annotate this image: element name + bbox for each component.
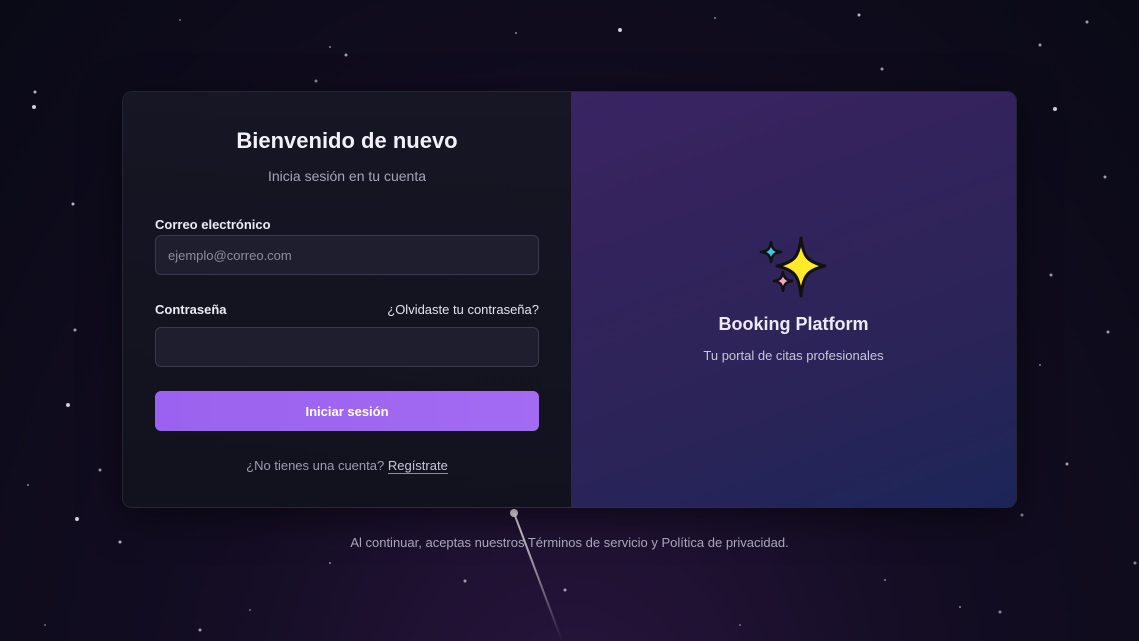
login-button[interactable]: Iniciar sesión xyxy=(155,391,539,431)
password-input[interactable] xyxy=(155,327,539,367)
brand-name: Booking Platform xyxy=(718,314,869,334)
forgot-password-link[interactable]: ¿Olvidaste tu contraseña? xyxy=(387,302,539,317)
brand-panel: Booking Platform Tu portal de citas prof… xyxy=(571,92,1016,507)
page-subtitle: Inicia sesión en tu cuenta xyxy=(268,168,426,184)
signup-prompt-text: ¿No tienes una cuenta? xyxy=(246,458,385,473)
signup-link[interactable]: Regístrate xyxy=(387,458,448,474)
email-label: Correo electrónico xyxy=(155,217,271,232)
sparkles-icon xyxy=(759,236,827,298)
password-label: Contraseña xyxy=(155,302,227,317)
page-title: Bienvenido de nuevo xyxy=(236,128,458,153)
login-card: Bienvenido de nuevo Inicia sesión en tu … xyxy=(122,91,1017,508)
brand-tagline: Tu portal de citas profesionales xyxy=(703,348,884,363)
terms-notice: Al continuar, aceptas nuestros Términos … xyxy=(350,535,789,550)
login-panel: Bienvenido de nuevo Inicia sesión en tu … xyxy=(123,92,571,507)
email-input[interactable] xyxy=(155,235,539,275)
signup-prompt: ¿No tienes una cuenta? Regístrate xyxy=(123,458,571,474)
